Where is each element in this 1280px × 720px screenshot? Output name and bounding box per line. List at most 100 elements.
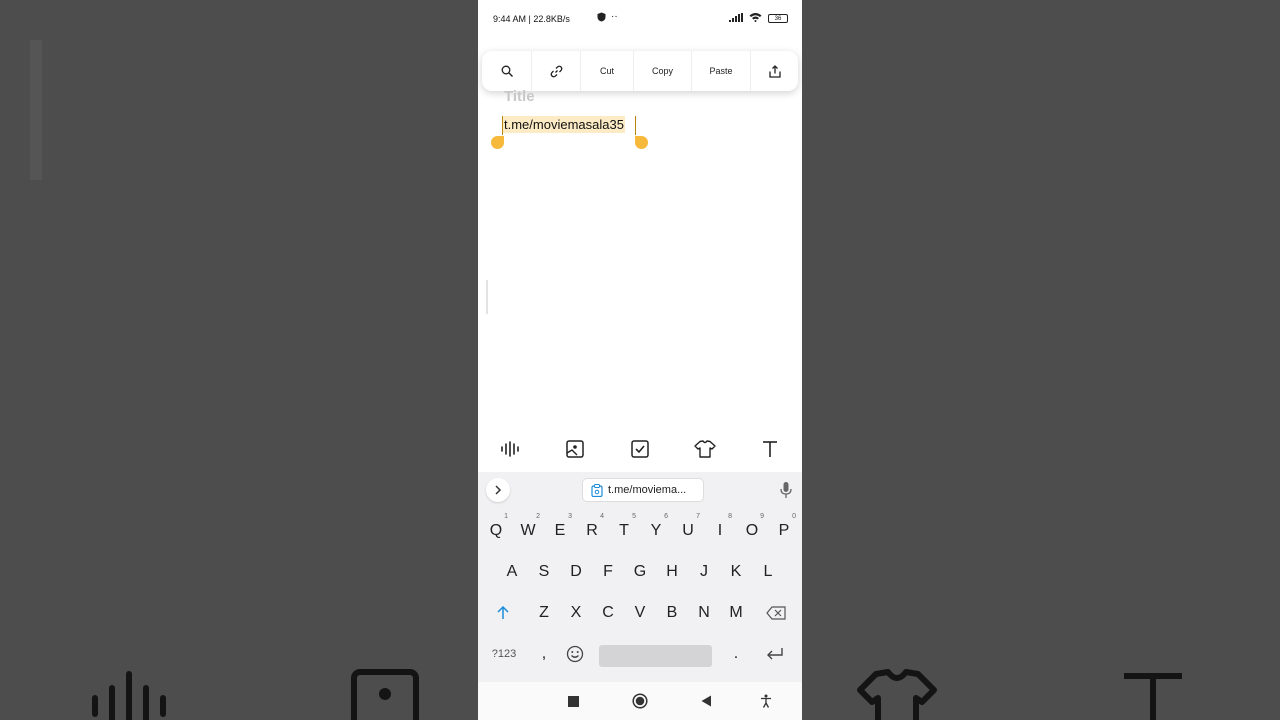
chevron-right-icon xyxy=(495,485,502,495)
audio-record-button[interactable] xyxy=(495,434,525,464)
key-d[interactable]: D xyxy=(561,554,591,590)
key-number-hint: 1 xyxy=(504,513,508,520)
text-format-icon xyxy=(762,441,777,457)
emoji-key[interactable] xyxy=(560,636,590,672)
background-blur-bar xyxy=(30,40,42,180)
accessibility-button[interactable] xyxy=(757,692,775,710)
key-w[interactable]: W2 xyxy=(513,513,543,549)
accessibility-icon xyxy=(761,694,771,708)
key-p[interactable]: P0 xyxy=(769,513,799,549)
key-number-hint: 9 xyxy=(760,513,764,520)
key-number-hint: 3 xyxy=(568,513,572,520)
share-icon xyxy=(768,64,781,78)
key-j[interactable]: J xyxy=(689,554,719,590)
key-label: Y xyxy=(650,522,662,539)
recents-button[interactable] xyxy=(564,692,582,710)
key-number-hint: 6 xyxy=(664,513,668,520)
period-key[interactable]: . xyxy=(721,636,751,672)
search-button[interactable] xyxy=(482,51,532,91)
backspace-key[interactable] xyxy=(761,595,791,631)
key-label: W xyxy=(520,522,536,539)
key-label: I xyxy=(717,522,723,539)
space-key[interactable] xyxy=(599,645,712,667)
voice-input-button[interactable] xyxy=(780,481,792,504)
background-image-icon xyxy=(351,669,419,720)
microphone-icon xyxy=(780,482,792,498)
key-number-hint: 4 xyxy=(600,513,604,520)
key-g[interactable]: G xyxy=(625,554,655,590)
key-s[interactable]: S xyxy=(529,554,559,590)
key-a[interactable]: A xyxy=(497,554,527,590)
enter-icon xyxy=(767,648,783,660)
vpn-shield-icon xyxy=(597,12,606,24)
background-audio-wave-icon xyxy=(92,671,166,720)
paste-button[interactable]: Paste xyxy=(692,51,751,91)
background-shirt-icon xyxy=(857,669,937,720)
shirt-theme-icon xyxy=(694,440,716,458)
selection-handle-end[interactable] xyxy=(635,136,648,149)
back-button[interactable] xyxy=(697,692,715,710)
signal-icon xyxy=(729,12,743,24)
clipboard-icon xyxy=(591,483,603,497)
theme-button[interactable] xyxy=(690,434,720,464)
symbols-key[interactable]: ?123 xyxy=(486,636,522,672)
link-button[interactable] xyxy=(532,51,581,91)
keyboard: t.me/moviema... Q1W2E3R4T5Y6U7I8O9P0 ASD… xyxy=(478,472,802,682)
key-t[interactable]: T5 xyxy=(609,513,639,549)
key-u[interactable]: U7 xyxy=(673,513,703,549)
clipboard-suggestion-chip[interactable]: t.me/moviema... xyxy=(582,478,704,502)
key-label: Q xyxy=(489,522,503,539)
insert-image-button[interactable] xyxy=(560,434,590,464)
key-f[interactable]: F xyxy=(593,554,623,590)
share-button[interactable] xyxy=(751,51,798,91)
selection-handle-start[interactable] xyxy=(491,136,504,149)
keyboard-row-2: ASDFGHJKL xyxy=(478,554,802,594)
key-number-hint: 7 xyxy=(696,513,700,520)
key-i[interactable]: I8 xyxy=(705,513,735,549)
key-label: O xyxy=(745,522,759,539)
battery-icon: 36 xyxy=(768,13,788,23)
comma-key[interactable]: , xyxy=(529,636,559,672)
key-z[interactable]: Z xyxy=(529,595,559,631)
key-e[interactable]: E3 xyxy=(545,513,575,549)
key-q[interactable]: Q1 xyxy=(481,513,511,549)
key-b[interactable]: B xyxy=(657,595,687,631)
note-title-placeholder[interactable]: Title xyxy=(504,88,535,105)
key-y[interactable]: Y6 xyxy=(641,513,671,549)
more-notifications-icon: ·· xyxy=(611,11,618,22)
home-button[interactable] xyxy=(631,692,649,710)
keyboard-row-3: ZXCVBNM xyxy=(478,595,802,635)
key-x[interactable]: X xyxy=(561,595,591,631)
key-v[interactable]: V xyxy=(625,595,655,631)
background-text-icon xyxy=(1124,673,1182,720)
key-o[interactable]: O9 xyxy=(737,513,767,549)
cut-button[interactable]: Cut xyxy=(581,51,634,91)
key-k[interactable]: K xyxy=(721,554,751,590)
key-label: R xyxy=(586,522,598,539)
key-m[interactable]: M xyxy=(721,595,751,631)
key-h[interactable]: H xyxy=(657,554,687,590)
paste-label: Paste xyxy=(709,66,733,76)
status-time-speed: 9:44 AM | 22.8KB/s xyxy=(493,14,570,24)
enter-key[interactable] xyxy=(760,636,790,672)
note-body-selected-text[interactable]: t.me/moviemasala35 xyxy=(503,116,625,133)
key-n[interactable]: N xyxy=(689,595,719,631)
key-c[interactable]: C xyxy=(593,595,623,631)
circle-home-icon xyxy=(632,693,648,709)
keyboard-suggestion-bar: t.me/moviema... xyxy=(478,472,802,508)
shift-key[interactable] xyxy=(488,595,518,631)
expand-toolbar-button[interactable] xyxy=(486,478,510,502)
text-format-button[interactable] xyxy=(755,434,785,464)
key-r[interactable]: R4 xyxy=(577,513,607,549)
square-recents-icon xyxy=(567,695,579,707)
checklist-button[interactable] xyxy=(625,434,655,464)
scroll-indicator xyxy=(486,280,488,314)
keyboard-row-4: ?123 , . xyxy=(478,636,802,676)
copy-button[interactable]: Copy xyxy=(634,51,692,91)
key-l[interactable]: L xyxy=(753,554,783,590)
editor-toolbar xyxy=(478,426,802,472)
copy-label: Copy xyxy=(651,66,673,76)
clipboard-suggestion-text: t.me/moviema... xyxy=(608,484,687,496)
key-label: E xyxy=(554,522,566,539)
link-icon xyxy=(550,65,562,77)
